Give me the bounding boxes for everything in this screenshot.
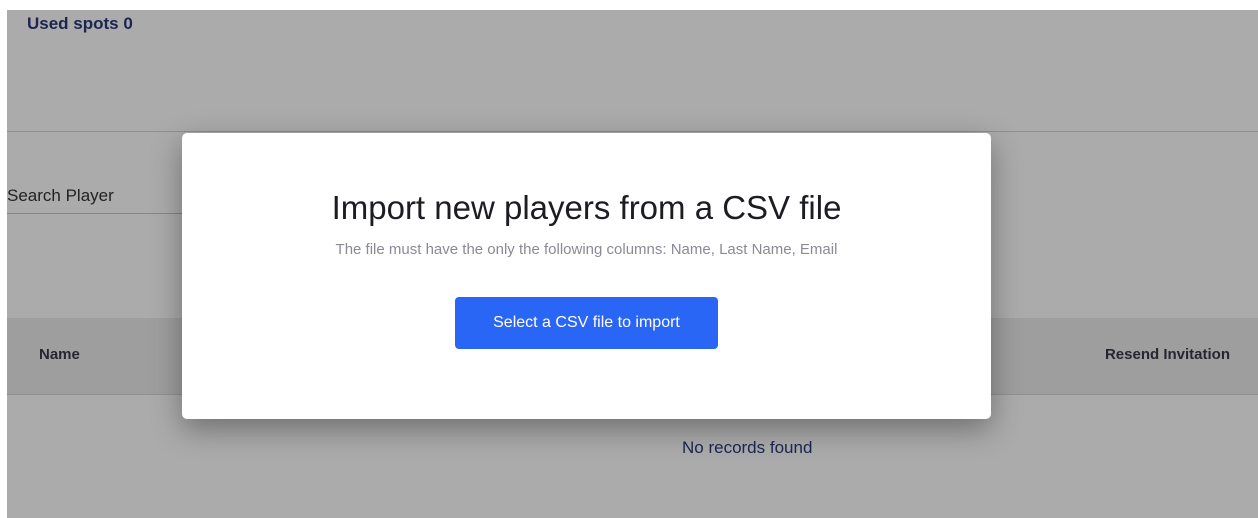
select-csv-file-button[interactable]: Select a CSV file to import: [455, 297, 718, 349]
page: Used spots 0 Search Player Name Resend I…: [0, 0, 1258, 518]
top-margin: [0, 0, 1258, 10]
modal-title: Import new players from a CSV file: [331, 189, 842, 226]
import-csv-modal: Import new players from a CSV file The f…: [182, 133, 991, 419]
left-margin: [0, 0, 7, 518]
modal-subtitle: The file must have the only the followin…: [335, 241, 838, 258]
